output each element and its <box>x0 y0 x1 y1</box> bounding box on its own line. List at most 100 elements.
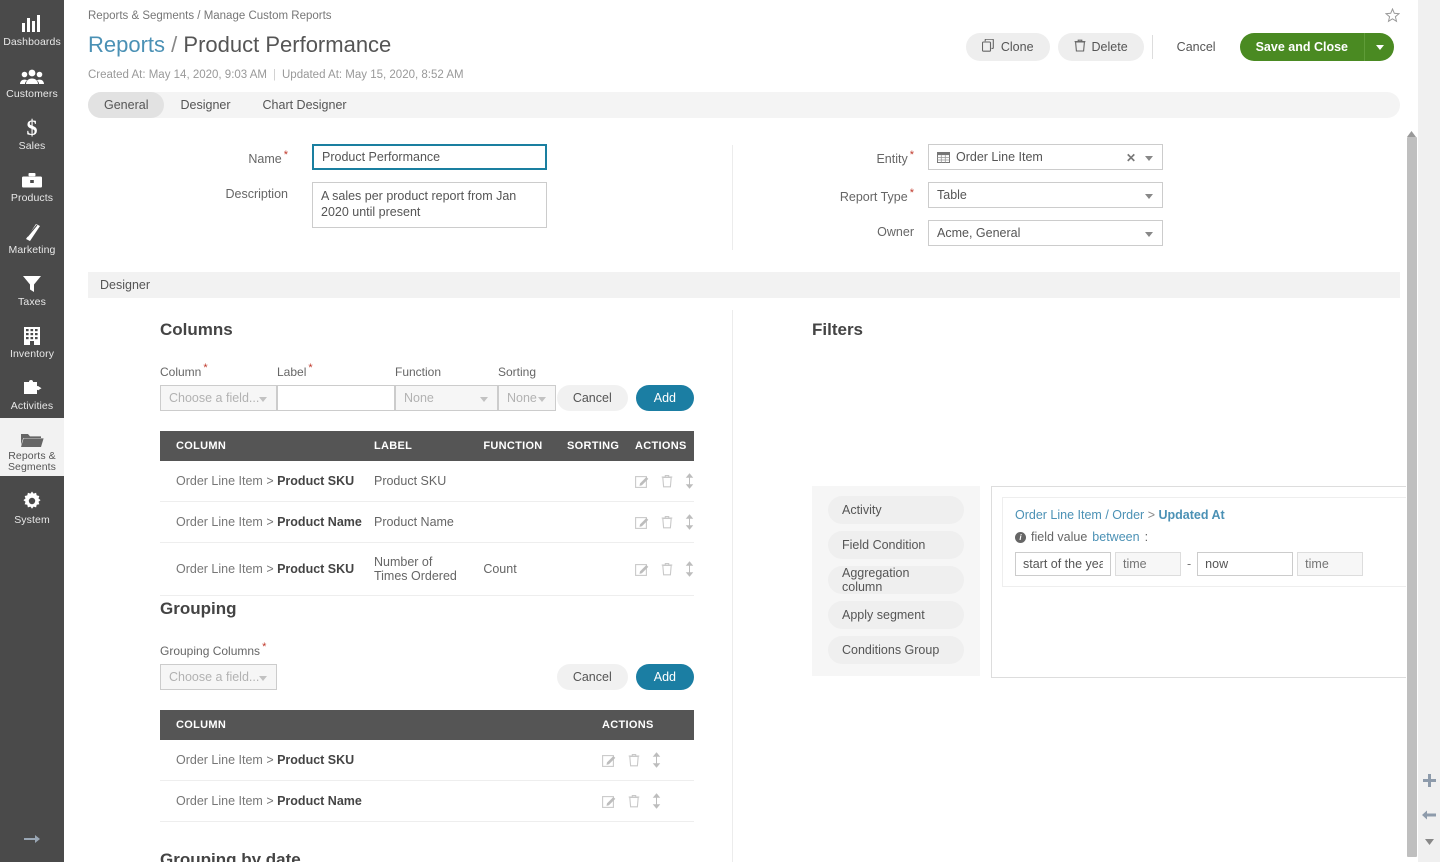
gear-icon <box>21 490 43 512</box>
breadcrumb[interactable]: Reports & Segments / Manage Custom Repor… <box>88 10 332 22</box>
filter-chip-activity[interactable]: Activity <box>828 496 964 524</box>
trash-icon[interactable] <box>628 794 640 808</box>
columns-add-form: Column * Choose a field... Label * Functio… <box>160 362 694 411</box>
chevron-down-icon <box>1424 833 1434 851</box>
owner-select[interactable]: Acme, General <box>928 220 1163 246</box>
chevron-down-icon <box>259 397 267 402</box>
table-row[interactable]: Order Line Item > Product Name <box>160 780 694 822</box>
filter-from-date-input[interactable] <box>1015 552 1111 576</box>
filter-canvas[interactable]: ✕ Order Line Item / Order > Updated At i… <box>991 486 1440 678</box>
entity-select[interactable]: Order Line Item ✕ <box>928 144 1163 170</box>
trash-icon[interactable] <box>661 515 673 529</box>
reorder-vertical-icon[interactable] <box>685 473 694 489</box>
sidebar-item-dashboards[interactable]: Dashboards <box>0 2 64 54</box>
favorite-star-icon[interactable] <box>1384 7 1401 28</box>
trash-icon[interactable] <box>661 562 673 576</box>
table-row[interactable]: Order Line Item > Product SKU Product SK… <box>160 461 694 502</box>
delete-button[interactable]: Delete <box>1057 33 1144 61</box>
edit-icon[interactable] <box>635 562 649 576</box>
filter-from-time-input[interactable] <box>1115 552 1181 576</box>
condition-operator[interactable]: between <box>1092 530 1139 544</box>
sidebar-item-label: Marketing <box>8 244 56 256</box>
grouping-add-button[interactable]: Add <box>635 664 694 690</box>
grouping-columns-label-text: Grouping Columns <box>160 644 261 658</box>
filter-chip-apply-segment[interactable]: Apply segment <box>828 601 964 629</box>
grouping-columns-select[interactable]: Choose a field... <box>160 664 277 690</box>
filter-chip-conditions-group[interactable]: Conditions Group <box>828 636 964 664</box>
filter-to-time-input[interactable] <box>1297 552 1364 576</box>
cancel-button[interactable]: Cancel <box>1161 33 1232 61</box>
edit-icon[interactable] <box>635 474 649 488</box>
sidebar-item-taxes[interactable]: Taxes <box>0 262 64 314</box>
condition-title-path: Order Line Item / Order <box>1015 508 1145 522</box>
cell-column: Order Line Item > Product SKU <box>160 542 374 596</box>
sidebar-item-inventory[interactable]: Inventory <box>0 314 64 366</box>
columns-th-actions: ACTIONS <box>635 431 694 461</box>
entity-select-value: Order Line Item <box>956 150 1043 164</box>
edit-icon[interactable] <box>602 794 616 808</box>
table-row[interactable]: Order Line Item > Product SKU Number of … <box>160 542 694 596</box>
gutter-scroll-down-button[interactable] <box>1418 834 1440 850</box>
report-type-select[interactable]: Table <box>928 182 1163 208</box>
reorder-vertical-icon[interactable] <box>685 514 694 530</box>
columns-cancel-button[interactable]: Cancel <box>556 385 628 411</box>
required-asterisk: * <box>262 641 267 653</box>
trash-icon[interactable] <box>628 753 640 767</box>
sidebar-item-customers[interactable]: Customers <box>0 54 64 106</box>
function-select[interactable]: None <box>395 385 498 411</box>
reorder-vertical-icon[interactable] <box>652 752 661 768</box>
tab-general[interactable]: General <box>88 92 165 118</box>
required-asterisk: * <box>283 149 288 161</box>
tab-chart-designer[interactable]: Chart Designer <box>247 92 363 118</box>
grouping-cancel-button[interactable]: Cancel <box>556 664 628 690</box>
table-row[interactable]: Order Line Item > Product SKU <box>160 740 694 781</box>
filter-condition[interactable]: ✕ Order Line Item / Order > Updated At i… <box>1002 497 1432 587</box>
cell-actions <box>602 780 694 822</box>
save-options-dropdown-button[interactable] <box>1364 33 1394 61</box>
sidebar-item-system[interactable]: System <box>0 480 64 532</box>
report-type-label-text: Report Type <box>839 190 908 205</box>
cell-sorting <box>567 461 635 502</box>
trash-icon[interactable] <box>661 474 673 488</box>
vertical-scrollbar-thumb[interactable] <box>1407 137 1417 857</box>
column-select[interactable]: Choose a field... <box>160 385 277 411</box>
owner-field-label: Owner <box>877 225 914 239</box>
filter-to-date-input[interactable] <box>1197 552 1294 576</box>
gutter-collapse-button[interactable] <box>1418 800 1440 834</box>
columns-add-button[interactable]: Add <box>635 385 694 411</box>
edit-icon[interactable] <box>635 515 649 529</box>
sorting-select[interactable]: None <box>498 385 556 411</box>
column-prefix: Order Line Item > <box>176 474 278 488</box>
column-prefix: Order Line Item > <box>176 794 278 808</box>
description-textarea[interactable] <box>312 182 547 228</box>
edit-icon[interactable] <box>602 753 616 767</box>
reorder-vertical-icon[interactable] <box>652 793 661 809</box>
sidebar-item-activities[interactable]: Activities <box>0 366 64 418</box>
clear-x-icon[interactable]: ✕ <box>1126 151 1136 165</box>
cell-sorting <box>567 542 635 596</box>
form-column-divider <box>732 145 733 250</box>
condition-title-separator: > <box>1147 508 1156 522</box>
sidebar-item-sales[interactable]: $ Sales <box>0 106 64 158</box>
sidebar-expand-button[interactable] <box>0 831 64 852</box>
save-and-close-button[interactable]: Save and Close <box>1239 33 1364 61</box>
info-icon[interactable]: i <box>1015 531 1026 543</box>
tab-designer[interactable]: Designer <box>164 92 246 118</box>
name-input[interactable] <box>312 144 547 170</box>
condition-title[interactable]: Order Line Item / Order > Updated At <box>1015 508 1419 522</box>
grouping-columns-placeholder: Choose a field... <box>169 670 260 684</box>
gutter-add-button[interactable] <box>1418 766 1440 800</box>
reorder-vertical-icon[interactable] <box>685 561 694 577</box>
sidebar-item-products[interactable]: Products <box>0 158 64 210</box>
label-input[interactable] <box>277 385 395 411</box>
filter-chip-field-condition[interactable]: Field Condition <box>828 531 964 559</box>
sidebar-item-reports-and-segments[interactable]: Reports & Segments <box>0 418 64 476</box>
table-row[interactable]: Order Line Item > Product Name Product N… <box>160 501 694 543</box>
sidebar-item-label: Taxes <box>18 296 46 308</box>
columns-th-function: FUNCTION <box>483 431 568 461</box>
sidebar-item-marketing[interactable]: Marketing <box>0 210 64 262</box>
clone-button[interactable]: Clone <box>965 33 1050 61</box>
filter-chip-aggregation-column[interactable]: Aggregation column <box>828 566 964 594</box>
columns-heading: Columns <box>160 320 233 339</box>
page-title-link[interactable]: Reports <box>88 32 165 57</box>
